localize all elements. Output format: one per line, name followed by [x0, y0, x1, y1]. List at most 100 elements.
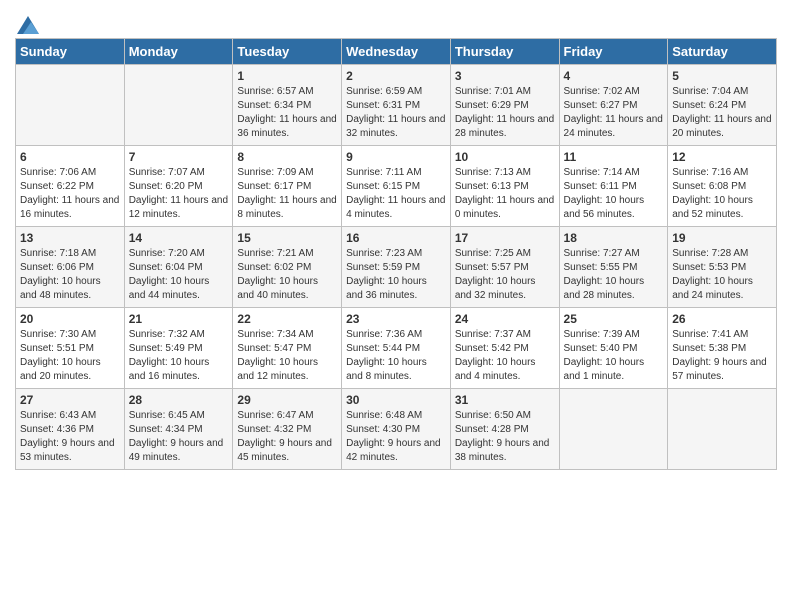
day-number: 19 [672, 231, 772, 245]
col-header-monday: Monday [124, 39, 233, 65]
day-number: 16 [346, 231, 446, 245]
day-info: Sunrise: 7:13 AM Sunset: 6:13 PM Dayligh… [455, 166, 555, 222]
day-info: Sunrise: 7:34 AM Sunset: 5:47 PM Dayligh… [237, 328, 337, 384]
day-info: Sunrise: 7:37 AM Sunset: 5:42 PM Dayligh… [455, 328, 555, 384]
day-info: Sunrise: 7:04 AM Sunset: 6:24 PM Dayligh… [672, 85, 772, 141]
calendar-week-row: 1 Sunrise: 6:57 AM Sunset: 6:34 PM Daylig… [16, 65, 777, 146]
calendar-cell: 30Sunrise: 6:48 AM Sunset: 4:30 PM Dayli… [342, 389, 451, 470]
day-info: Sunrise: 6:47 AM Sunset: 4:32 PM Dayligh… [237, 409, 337, 465]
day-number: 21 [129, 312, 229, 326]
calendar-cell: 27 Sunrise: 6:43 AM Sunset: 4:36 PM Dayli… [16, 389, 125, 470]
day-number: 24 [455, 312, 555, 326]
day-info: Sunrise: 6:57 AM Sunset: 6:34 PM Dayligh… [237, 85, 337, 141]
day-number: 1 [237, 69, 337, 83]
day-info: Sunrise: 7:18 AM Sunset: 6:06 PM Dayligh… [20, 247, 120, 303]
calendar-cell: 8 Sunrise: 7:09 AM Sunset: 6:17 PM Daylig… [233, 146, 342, 227]
col-header-sunday: Sunday [16, 39, 125, 65]
day-info: Sunrise: 6:50 AM Sunset: 4:28 PM Dayligh… [455, 409, 555, 465]
day-info: Sunrise: 6:59 AM Sunset: 6:31 PM Dayligh… [346, 85, 446, 141]
calendar-cell: 31 Sunrise: 6:50 AM Sunset: 4:28 PM Dayli… [450, 389, 559, 470]
day-info: Sunrise: 7:16 AM Sunset: 6:08 PM Dayligh… [672, 166, 772, 222]
day-info: Sunrise: 7:28 AM Sunset: 5:53 PM Dayligh… [672, 247, 772, 303]
calendar-cell [559, 389, 668, 470]
calendar-cell [668, 389, 777, 470]
day-info: Sunrise: 7:01 AM Sunset: 6:29 PM Dayligh… [455, 85, 555, 141]
calendar-cell: 1 Sunrise: 6:57 AM Sunset: 6:34 PM Daylig… [233, 65, 342, 146]
day-number: 28 [129, 393, 229, 407]
day-info: Sunrise: 6:43 AM Sunset: 4:36 PM Dayligh… [20, 409, 120, 465]
day-info: Sunrise: 7:30 AM Sunset: 5:51 PM Dayligh… [20, 328, 120, 384]
calendar-cell: 29 Sunrise: 6:47 AM Sunset: 4:32 PM Dayli… [233, 389, 342, 470]
day-info: Sunrise: 7:21 AM Sunset: 6:02 PM Dayligh… [237, 247, 337, 303]
day-number: 25 [564, 312, 664, 326]
day-number: 10 [455, 150, 555, 164]
calendar-cell: 19 Sunrise: 7:28 AM Sunset: 5:53 PM Dayli… [668, 227, 777, 308]
day-info: Sunrise: 7:20 AM Sunset: 6:04 PM Dayligh… [129, 247, 229, 303]
logo [15, 10, 39, 34]
day-number: 3 [455, 69, 555, 83]
day-info: Sunrise: 7:06 AM Sunset: 6:22 PM Dayligh… [20, 166, 120, 222]
col-header-saturday: Saturday [668, 39, 777, 65]
day-number: 14 [129, 231, 229, 245]
calendar-cell: 4 Sunrise: 7:02 AM Sunset: 6:27 PM Daylig… [559, 65, 668, 146]
day-number: 4 [564, 69, 664, 83]
day-info: Sunrise: 7:14 AM Sunset: 6:11 PM Dayligh… [564, 166, 664, 222]
calendar-week-row: 20 Sunrise: 7:30 AM Sunset: 5:51 PM Dayli… [16, 308, 777, 389]
calendar-cell: 7Sunrise: 7:07 AM Sunset: 6:20 PM Daylig… [124, 146, 233, 227]
day-number: 15 [237, 231, 337, 245]
calendar-cell: 22Sunrise: 7:34 AM Sunset: 5:47 PM Dayli… [233, 308, 342, 389]
day-number: 30 [346, 393, 446, 407]
calendar-cell: 12 Sunrise: 7:16 AM Sunset: 6:08 PM Dayli… [668, 146, 777, 227]
calendar-header-row: SundayMondayTuesdayWednesdayThursdayFrid… [16, 39, 777, 65]
calendar-cell: 10 Sunrise: 7:13 AM Sunset: 6:13 PM Dayli… [450, 146, 559, 227]
col-header-friday: Friday [559, 39, 668, 65]
calendar-cell: 28Sunrise: 6:45 AM Sunset: 4:34 PM Dayli… [124, 389, 233, 470]
day-number: 26 [672, 312, 772, 326]
calendar-cell: 23Sunrise: 7:36 AM Sunset: 5:44 PM Dayli… [342, 308, 451, 389]
calendar-cell: 13Sunrise: 7:18 AM Sunset: 6:06 PM Dayli… [16, 227, 125, 308]
day-number: 5 [672, 69, 772, 83]
calendar-cell: 5 Sunrise: 7:04 AM Sunset: 6:24 PM Daylig… [668, 65, 777, 146]
day-number: 31 [455, 393, 555, 407]
logo-icon [17, 16, 39, 34]
col-header-tuesday: Tuesday [233, 39, 342, 65]
day-info: Sunrise: 7:07 AM Sunset: 6:20 PM Dayligh… [129, 166, 229, 222]
calendar-cell: 11 Sunrise: 7:14 AM Sunset: 6:11 PM Dayli… [559, 146, 668, 227]
day-info: Sunrise: 7:41 AM Sunset: 5:38 PM Dayligh… [672, 328, 772, 384]
day-info: Sunrise: 7:09 AM Sunset: 6:17 PM Dayligh… [237, 166, 337, 222]
calendar-cell: 21 Sunrise: 7:32 AM Sunset: 5:49 PM Dayli… [124, 308, 233, 389]
day-info: Sunrise: 7:11 AM Sunset: 6:15 PM Dayligh… [346, 166, 446, 222]
calendar-cell: 18 Sunrise: 7:27 AM Sunset: 5:55 PM Dayli… [559, 227, 668, 308]
day-number: 12 [672, 150, 772, 164]
calendar-cell [124, 65, 233, 146]
day-number: 8 [237, 150, 337, 164]
calendar-cell: 14 Sunrise: 7:20 AM Sunset: 6:04 PM Dayli… [124, 227, 233, 308]
calendar-cell: 17Sunrise: 7:25 AM Sunset: 5:57 PM Dayli… [450, 227, 559, 308]
day-number: 11 [564, 150, 664, 164]
calendar-cell: 24 Sunrise: 7:37 AM Sunset: 5:42 PM Dayli… [450, 308, 559, 389]
calendar-cell: 25 Sunrise: 7:39 AM Sunset: 5:40 PM Dayli… [559, 308, 668, 389]
calendar-table: SundayMondayTuesdayWednesdayThursdayFrid… [15, 38, 777, 470]
day-number: 2 [346, 69, 446, 83]
day-info: Sunrise: 7:39 AM Sunset: 5:40 PM Dayligh… [564, 328, 664, 384]
calendar-cell: 3 Sunrise: 7:01 AM Sunset: 6:29 PM Daylig… [450, 65, 559, 146]
day-info: Sunrise: 7:02 AM Sunset: 6:27 PM Dayligh… [564, 85, 664, 141]
page-header [15, 10, 777, 34]
calendar-week-row: 27 Sunrise: 6:43 AM Sunset: 4:36 PM Dayli… [16, 389, 777, 470]
day-info: Sunrise: 7:23 AM Sunset: 5:59 PM Dayligh… [346, 247, 446, 303]
calendar-week-row: 6Sunrise: 7:06 AM Sunset: 6:22 PM Daylig… [16, 146, 777, 227]
day-number: 23 [346, 312, 446, 326]
day-number: 18 [564, 231, 664, 245]
calendar-cell: 20 Sunrise: 7:30 AM Sunset: 5:51 PM Dayli… [16, 308, 125, 389]
day-info: Sunrise: 7:27 AM Sunset: 5:55 PM Dayligh… [564, 247, 664, 303]
calendar-cell: 15 Sunrise: 7:21 AM Sunset: 6:02 PM Dayli… [233, 227, 342, 308]
day-number: 27 [20, 393, 120, 407]
calendar-cell: 6Sunrise: 7:06 AM Sunset: 6:22 PM Daylig… [16, 146, 125, 227]
day-number: 29 [237, 393, 337, 407]
day-number: 20 [20, 312, 120, 326]
day-info: Sunrise: 7:32 AM Sunset: 5:49 PM Dayligh… [129, 328, 229, 384]
calendar-cell: 16 Sunrise: 7:23 AM Sunset: 5:59 PM Dayli… [342, 227, 451, 308]
col-header-wednesday: Wednesday [342, 39, 451, 65]
day-number: 9 [346, 150, 446, 164]
calendar-cell: 26 Sunrise: 7:41 AM Sunset: 5:38 PM Dayli… [668, 308, 777, 389]
